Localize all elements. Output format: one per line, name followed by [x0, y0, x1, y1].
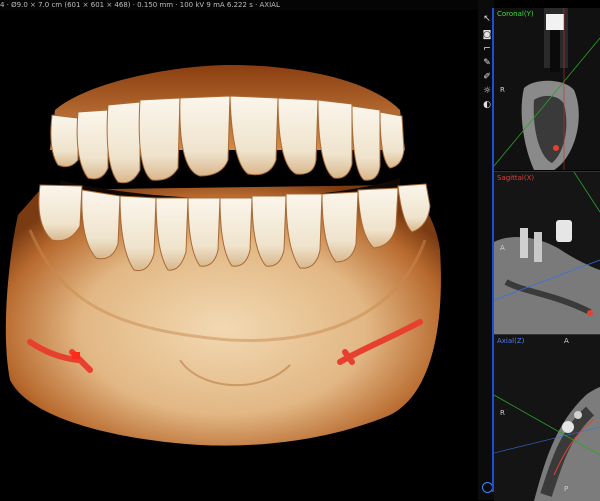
axial-slice-image — [494, 335, 600, 501]
contrast-icon[interactable]: ◐ — [482, 100, 492, 110]
brightness-icon[interactable]: ☼ — [482, 86, 492, 96]
coronal-slice-image — [494, 8, 600, 170]
sagittal-slice-image — [494, 172, 600, 334]
3d-render-viewport[interactable] — [0, 10, 478, 500]
axial-label: Axial(Z) — [497, 337, 525, 345]
axial-marker-top: A — [564, 337, 569, 345]
scan-info-bar: 4 · Ø9.0 × 7.0 cm (601 × 601 × 468) · 0.… — [0, 0, 478, 10]
pen-icon[interactable]: ✐ — [482, 72, 492, 82]
axial-marker-left: R — [500, 409, 505, 417]
sagittal-marker-left: A — [500, 244, 505, 252]
coronal-label: Coronal(Y) — [497, 10, 534, 18]
axial-panel[interactable]: Axial(Z) A R P — [494, 334, 600, 501]
jaw-volume-render — [5, 65, 441, 446]
cursor-icon[interactable]: ↖ — [482, 14, 492, 24]
nerve-marker-point — [72, 352, 80, 359]
coronal-panel[interactable]: Coronal(Y) R — [494, 8, 600, 170]
sagittal-panel[interactable]: Sagittal(X) A — [494, 171, 600, 334]
axial-marker-bottom: P — [564, 485, 569, 493]
wrench-icon[interactable]: ✎ — [482, 58, 492, 68]
ruler-icon[interactable]: ⌐ — [482, 44, 492, 54]
sagittal-label: Sagittal(X) — [497, 174, 535, 182]
camera-icon[interactable]: ◙ — [482, 30, 492, 40]
coronal-marker-left: R — [500, 86, 505, 94]
